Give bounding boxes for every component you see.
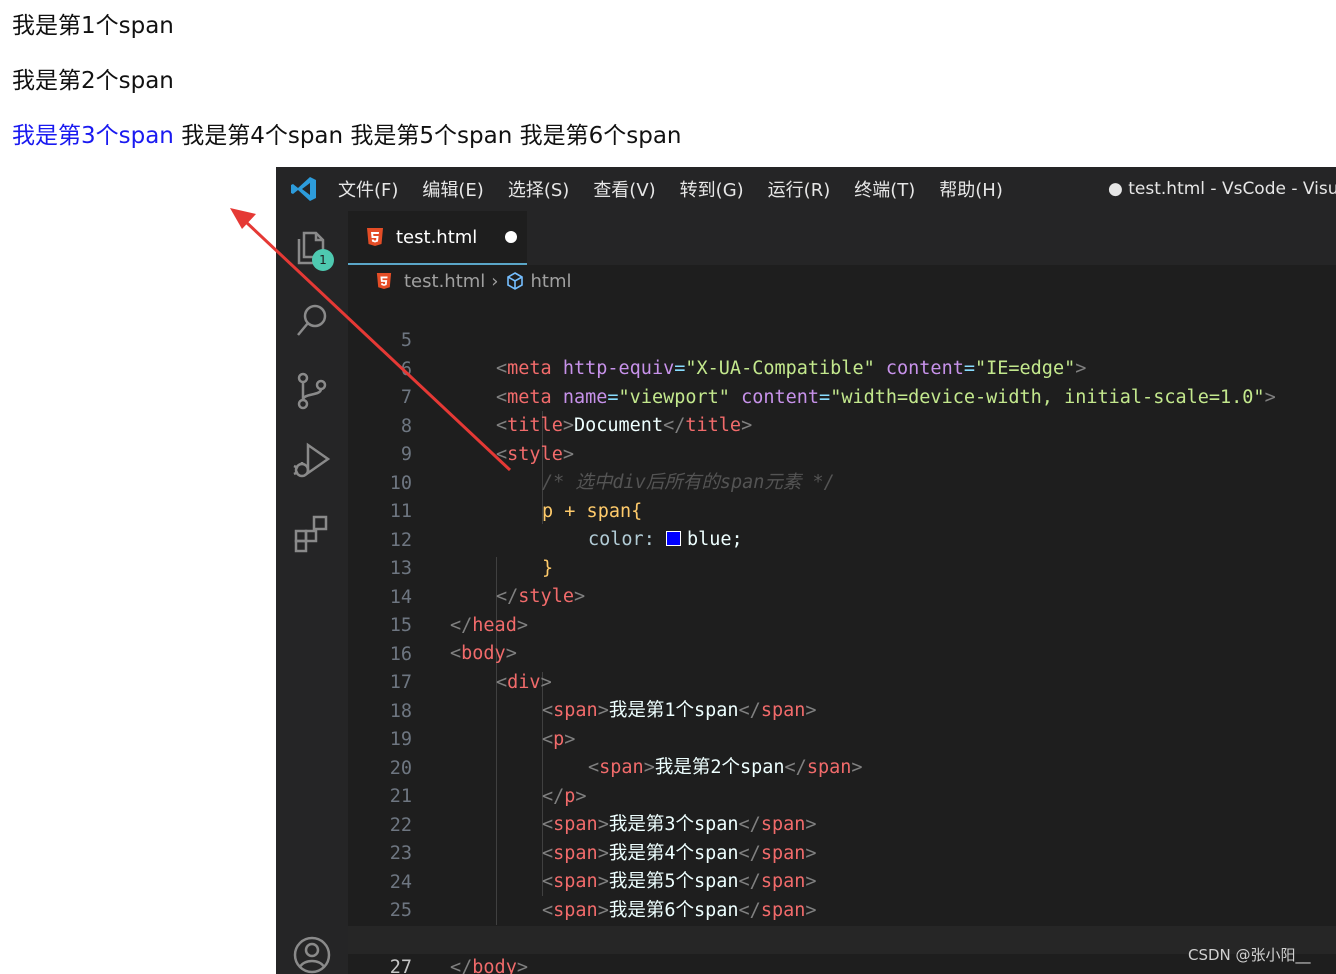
search-icon[interactable] bbox=[290, 299, 334, 343]
code-line: 22 <span>我是第4个span</span> bbox=[348, 784, 1336, 864]
title-bar: 文件(F) 编辑(E) 选择(S) 查看(V) 转到(G) 运行(R) 终端(T… bbox=[276, 167, 1336, 211]
explorer-badge: 1 bbox=[312, 249, 334, 271]
breadcrumb-symbol[interactable]: html bbox=[531, 271, 572, 292]
symbol-cube-icon bbox=[506, 272, 523, 290]
menu-view[interactable]: 查看(V) bbox=[593, 176, 655, 202]
html5-file-icon bbox=[367, 228, 383, 246]
menu-selection[interactable]: 选择(S) bbox=[508, 176, 569, 202]
tab-test-html[interactable]: test.html bbox=[348, 211, 527, 265]
code-line: 14 </head> bbox=[348, 556, 1336, 636]
code-line: 16 <div> bbox=[348, 613, 1336, 693]
code-line: 15 <body> bbox=[348, 584, 1336, 664]
code-line: 19 <span>我是第2个span</span> bbox=[348, 698, 1336, 778]
tab-label: test.html bbox=[396, 226, 478, 248]
rendered-paragraph-span-2: 我是第2个span bbox=[12, 68, 174, 94]
chevron-right-icon: › bbox=[491, 270, 499, 292]
rendered-spans-4-6: 我是第4个span 我是第5个span 我是第6个span bbox=[173, 123, 682, 149]
unsaved-dot-icon[interactable] bbox=[505, 231, 518, 243]
menu-run[interactable]: 运行(R) bbox=[768, 176, 831, 202]
rendered-inline-spans: 我是第3个span 我是第4个span 我是第5个span 我是第6个span bbox=[12, 116, 682, 150]
menu-file[interactable]: 文件(F) bbox=[338, 176, 398, 202]
line-number: 27 bbox=[389, 957, 412, 974]
code-line: 9 /* 选中div后所有的span元素 */ bbox=[348, 413, 1336, 493]
extensions-icon[interactable] bbox=[290, 511, 334, 555]
code-line: 5 <meta http-equiv="X-UA-Compatible" con… bbox=[348, 299, 1336, 379]
code-line: 20 </p> bbox=[348, 727, 1336, 807]
code-line: 23 <span>我是第5个span</span> bbox=[348, 812, 1336, 892]
editor-tabs: test.html bbox=[348, 211, 1336, 265]
activity-bar: 1 bbox=[276, 211, 348, 974]
code-line: 13 </style> bbox=[348, 527, 1336, 607]
run-debug-icon[interactable] bbox=[290, 439, 334, 483]
code-line: 7 <title>Document</title> bbox=[348, 356, 1336, 436]
window-title: ● test.html - VsCode - Visual bbox=[1108, 179, 1336, 199]
code-line: 18 <p> bbox=[348, 670, 1336, 750]
code-line: 6 <meta name="viewport" content="width=d… bbox=[348, 328, 1336, 408]
breadcrumb-file[interactable]: test.html bbox=[404, 271, 485, 292]
vscode-window: 文件(F) 编辑(E) 选择(S) 查看(V) 转到(G) 运行(R) 终端(T… bbox=[276, 167, 1336, 974]
menu-help[interactable]: 帮助(H) bbox=[939, 176, 1003, 202]
rendered-span-1: 我是第1个span bbox=[12, 13, 174, 39]
code-line: 21 <span>我是第3个span</span> bbox=[348, 755, 1336, 835]
breadcrumb: test.html › html bbox=[348, 265, 1336, 297]
source-control-icon[interactable] bbox=[290, 369, 334, 413]
code-line: 12 } bbox=[348, 499, 1336, 579]
vscode-logo-icon bbox=[291, 177, 316, 201]
rendered-span-3-blue: 我是第3个span bbox=[12, 123, 174, 149]
html5-file-icon bbox=[376, 273, 392, 289]
code-line: 26 </body> bbox=[348, 898, 1336, 974]
code-line: 17 <span>我是第1个span</span> bbox=[348, 641, 1336, 721]
code-editor[interactable]: 5 <meta http-equiv="X-UA-Compatible" con… bbox=[348, 297, 1336, 974]
code-line: 10 p + span{ bbox=[348, 442, 1336, 522]
code-line: 11 color: blue; bbox=[348, 470, 1336, 550]
code-line: 24 <span>我是第6个span</span> bbox=[348, 841, 1336, 921]
menu-edit[interactable]: 编辑(E) bbox=[422, 176, 483, 202]
menu-terminal[interactable]: 终端(T) bbox=[854, 176, 915, 202]
menu-go[interactable]: 转到(G) bbox=[680, 176, 744, 202]
account-icon[interactable] bbox=[290, 933, 334, 974]
csdn-watermark: CSDN @张小阳__ bbox=[1188, 946, 1311, 964]
code-line: 25 </div> bbox=[348, 869, 1336, 949]
code-line: 8 <style> bbox=[348, 385, 1336, 465]
